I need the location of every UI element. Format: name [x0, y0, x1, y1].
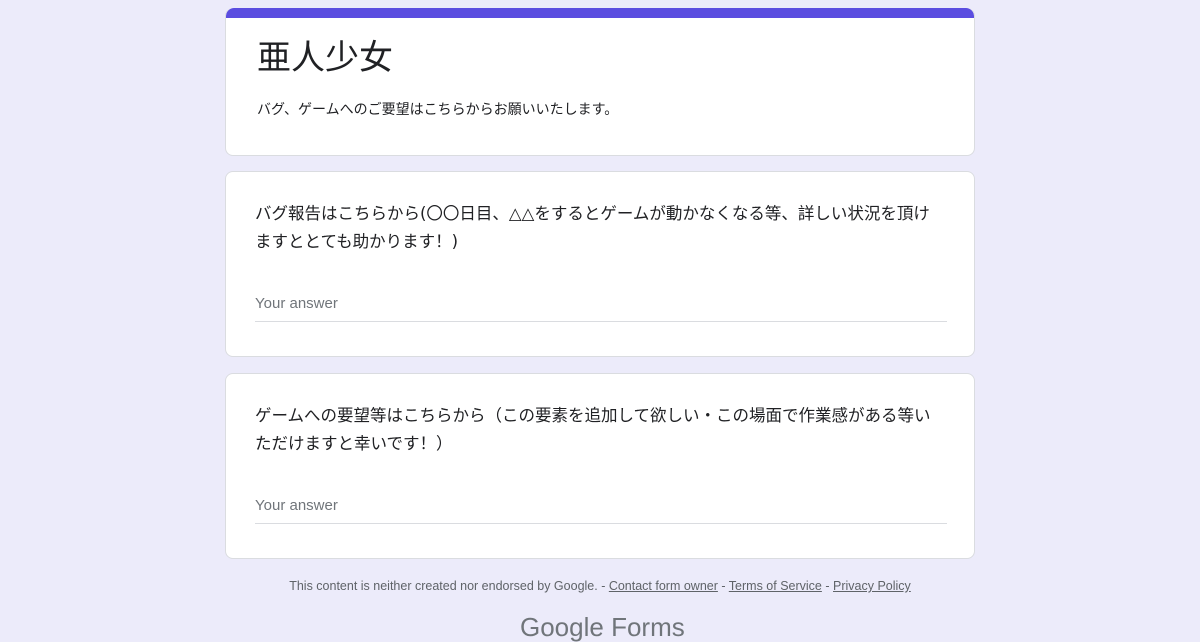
answer-input[interactable] — [255, 489, 947, 521]
form-header-card: 亜人少女 バグ、ゲームへのご要望はこちらからお願いいたします。 — [225, 8, 975, 156]
google-forms-logo-text[interactable]: Google Forms — [520, 612, 685, 642]
answer-field-wrapper — [255, 489, 947, 524]
question-card-bug-report: バグ報告はこちらから(〇〇日目、△△をするとゲームが動かなくなる等、詳しい状況を… — [225, 171, 975, 357]
form-column: 亜人少女 バグ、ゲームへのご要望はこちらからお願いいたします。 バグ報告はこちら… — [225, 8, 975, 559]
footer-separator: - — [821, 579, 833, 593]
footer: This content is neither created nor endo… — [225, 577, 975, 595]
footer-disclaimer: This content is neither created nor endo… — [289, 579, 598, 593]
contact-form-owner-link[interactable]: Contact form owner — [609, 579, 718, 593]
privacy-policy-link[interactable]: Privacy Policy — [833, 579, 911, 593]
answer-input[interactable] — [255, 287, 947, 319]
footer-separator: - — [717, 579, 729, 593]
answer-field-wrapper — [255, 287, 947, 322]
footer-separator: - — [597, 579, 609, 593]
terms-of-service-link[interactable]: Terms of Service — [729, 579, 822, 593]
question-text: バグ報告はこちらから(〇〇日目、△△をするとゲームが動かなくなる等、詳しい状況を… — [255, 204, 930, 251]
question-card-feature-request: ゲームへの要望等はこちらから（この要素を追加して欲しい・この場面で作業感がある等… — [225, 373, 975, 559]
question-text: ゲームへの要望等はこちらから（この要素を追加して欲しい・この場面で作業感がある等… — [255, 406, 931, 453]
accent-bar — [226, 8, 974, 18]
form-description: バグ、ゲームへのご要望はこちらからお願いいたします。 — [257, 102, 619, 118]
form-title: 亜人少女 — [257, 38, 393, 78]
